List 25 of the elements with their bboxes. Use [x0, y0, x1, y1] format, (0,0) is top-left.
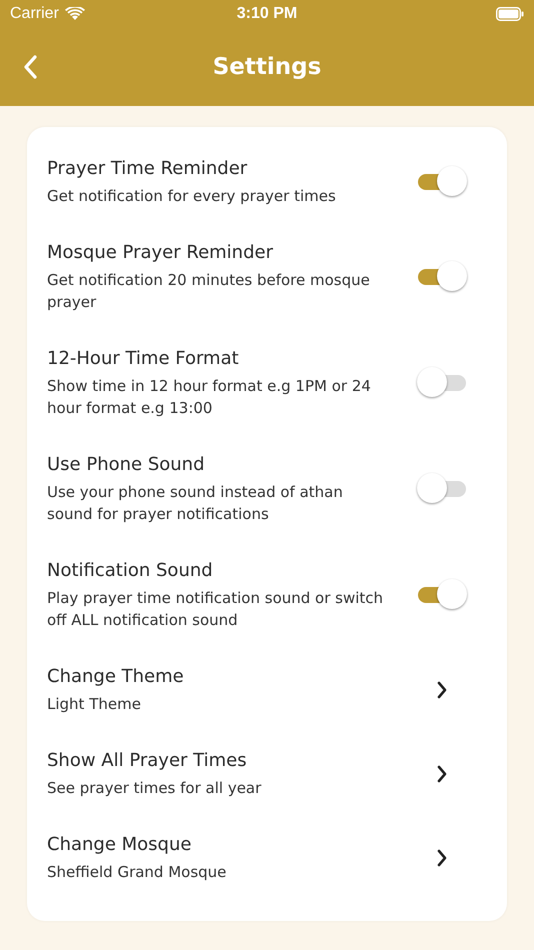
setting-description: Use your phone sound instead of athan sound for prayer notifications [47, 482, 344, 525]
setting-description: Light Theme [47, 694, 142, 715]
battery-icon [496, 7, 524, 21]
setting-description: Get notification for every prayer times [47, 186, 337, 207]
setting-description: See prayer times for all year [47, 778, 262, 799]
setting-description: Play prayer time notification sound or switch off ALL notification sound [47, 588, 384, 631]
chevron-right-icon[interactable] [437, 765, 447, 783]
setting-title: Prayer Time Reminder [47, 157, 248, 181]
chevron-right-icon[interactable] [437, 849, 447, 867]
setting-title: Use Phone Sound [47, 453, 206, 477]
chevron-right-icon[interactable] [437, 681, 447, 699]
status-time: 3:10 PM [236, 5, 298, 23]
wifi-icon [64, 7, 85, 21]
setting-title: Mosque Prayer Reminder [47, 241, 274, 265]
setting-title: Change Theme [47, 665, 185, 689]
setting-description: Sheffield Grand Mosque [47, 862, 228, 883]
setting-description: Show time in 12 hour format e.g 1PM or 24 hour format e.g 13:00 [47, 376, 372, 419]
setting-title: Show All Prayer Times [47, 749, 248, 773]
back-icon[interactable] [23, 55, 37, 79]
setting-title: Change Mosque [47, 833, 192, 857]
setting-description: Get notification 20 minutes before mosque prayer [47, 270, 371, 313]
page-title: Settings [212, 54, 322, 80]
setting-title: 12-Hour Time Format [47, 347, 240, 371]
carrier-label: Carrier [10, 5, 59, 23]
setting-title: Notification Sound [47, 559, 214, 583]
